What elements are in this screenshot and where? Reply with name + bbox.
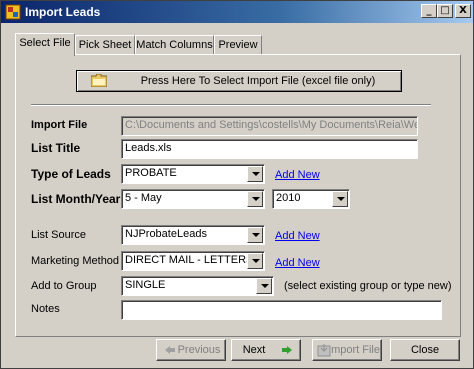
list-title-input[interactable]: Leads.xls	[121, 139, 418, 159]
type-of-leads-label: Type of Leads	[31, 167, 111, 181]
chevron-down-icon[interactable]	[256, 278, 272, 294]
add-new-list-source-link[interactable]: Add New	[275, 230, 320, 242]
import-file-button[interactable]: Import File	[312, 339, 382, 361]
notes-label: Notes	[31, 303, 60, 315]
chevron-down-icon[interactable]	[332, 191, 348, 207]
next-button[interactable]: Next	[231, 339, 301, 361]
tab-preview[interactable]: Preview	[214, 35, 262, 55]
list-source-label: List Source	[31, 229, 87, 241]
previous-button[interactable]: Previous	[156, 339, 226, 361]
list-title-label: List Title	[31, 141, 81, 155]
import-icon	[317, 344, 331, 357]
tab-select-file[interactable]: Select File	[15, 33, 75, 56]
type-of-leads-value: PROBATE	[125, 167, 177, 179]
add-new-lead-type-link[interactable]: Add New	[275, 169, 320, 181]
notes-input[interactable]	[121, 300, 442, 320]
list-source-select[interactable]: NJProbateLeads	[121, 225, 265, 245]
select-import-file-label: Press Here To Select Import File (excel …	[140, 75, 376, 87]
marketing-method-label: Marketing Method	[31, 255, 120, 267]
chevron-down-icon[interactable]	[247, 191, 263, 207]
folder-icon	[91, 74, 107, 87]
list-month-year-label: List Month/Year	[31, 192, 121, 206]
arrow-right-icon	[282, 346, 292, 354]
import-leads-window: Import Leads _ □ X Select File Pick Shee…	[0, 0, 474, 369]
arrow-left-icon	[165, 346, 175, 354]
type-of-leads-select[interactable]: PROBATE	[121, 164, 265, 184]
tab-match-columns[interactable]: Match Columns	[135, 35, 214, 55]
title-bar[interactable]: Import Leads _ □ X	[1, 1, 473, 23]
marketing-method-value: DIRECT MAIL - LETTERS	[125, 254, 254, 266]
marketing-method-select[interactable]: DIRECT MAIL - LETTERS	[121, 251, 265, 271]
tab-pick-sheet[interactable]: Pick Sheet	[75, 35, 135, 55]
maximize-button[interactable]: □	[437, 4, 453, 18]
add-new-marketing-method-link[interactable]: Add New	[275, 257, 320, 269]
year-select[interactable]: 2010	[272, 189, 350, 209]
import-file-field: C:\Documents and Settings\costells\My Do…	[121, 116, 418, 136]
month-select[interactable]: 5 - May	[121, 189, 265, 209]
month-value: 5 - May	[125, 192, 162, 204]
add-to-group-select[interactable]: SINGLE	[121, 276, 274, 296]
list-source-value: NJProbateLeads	[125, 228, 207, 240]
year-value: 2010	[276, 192, 301, 204]
app-icon	[5, 4, 21, 20]
select-import-file-button[interactable]: Press Here To Select Import File (excel …	[76, 70, 402, 92]
chevron-down-icon[interactable]	[247, 253, 263, 269]
close-button[interactable]: Close	[390, 339, 460, 361]
chevron-down-icon[interactable]	[247, 227, 263, 243]
window-title: Import Leads	[25, 5, 101, 19]
minimize-button[interactable]: _	[421, 4, 437, 18]
separator	[31, 104, 431, 106]
close-window-button[interactable]: X	[455, 4, 471, 18]
add-to-group-label: Add to Group	[31, 280, 97, 292]
import-file-label: Import File	[31, 119, 88, 131]
add-to-group-hint: (select existing group or type new)	[284, 280, 452, 292]
add-to-group-value: SINGLE	[125, 279, 166, 291]
chevron-down-icon[interactable]	[247, 166, 263, 182]
